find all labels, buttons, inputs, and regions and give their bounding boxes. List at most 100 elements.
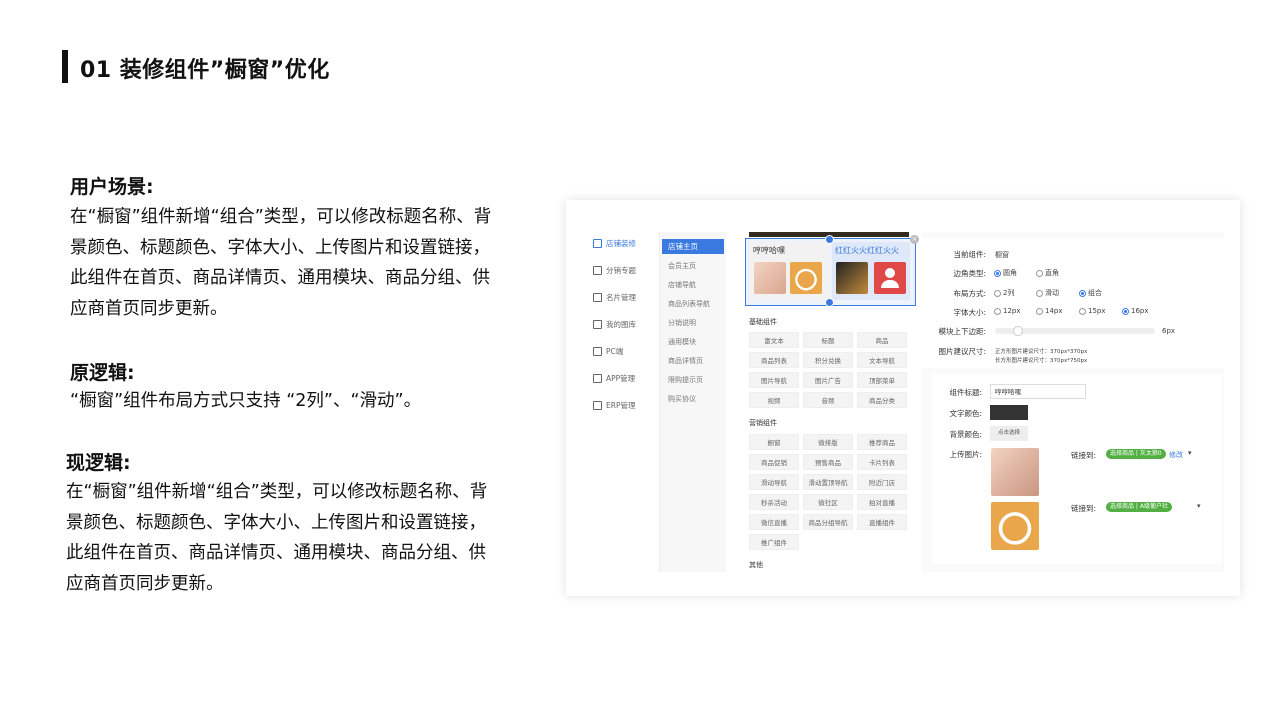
subnav-item[interactable]: 限购提示页 bbox=[668, 375, 703, 385]
component-btn[interactable]: 卡片列表 bbox=[857, 454, 907, 470]
contact-icon bbox=[874, 262, 906, 294]
close-icon[interactable]: × bbox=[910, 235, 919, 244]
scenario-heading: 用户场景: bbox=[70, 176, 154, 198]
link-pill-2[interactable]: 选择商品 | A级葡户社 bbox=[1106, 502, 1172, 512]
font-option-14[interactable]: 14px bbox=[1036, 307, 1063, 315]
font-option-16[interactable]: 16px bbox=[1122, 307, 1149, 315]
component-btn[interactable]: 富文本 bbox=[749, 332, 799, 348]
component-btn[interactable]: 文本导航 bbox=[857, 352, 907, 368]
subnav-item[interactable]: 会员主页 bbox=[668, 261, 696, 271]
nav-item-cards[interactable]: 名片管理 bbox=[593, 290, 636, 304]
component-btn[interactable]: 拍对直播 bbox=[857, 494, 907, 510]
component-btn[interactable]: 橱窗 bbox=[749, 434, 799, 450]
component-btn[interactable]: 标题 bbox=[803, 332, 853, 348]
nav-item-erp[interactable]: ERP管理 bbox=[593, 398, 635, 412]
page-title: 01 装修组件”橱窗”优化 bbox=[80, 58, 330, 83]
image-size-label: 图片建议尺寸: bbox=[938, 347, 986, 356]
radio-icon bbox=[994, 289, 1001, 297]
subnav-item[interactable]: 分销说明 bbox=[668, 318, 696, 328]
card-icon bbox=[593, 292, 602, 302]
current-component-value: 橱窗 bbox=[995, 251, 1009, 259]
nav-item-shop-decor[interactable]: 店铺装修 bbox=[593, 236, 636, 250]
showcase-preview[interactable]: 哼哼哈嘿 红红火火红红火火 bbox=[745, 238, 916, 306]
preview-card-1: 哼哼哈嘿 bbox=[750, 242, 828, 300]
component-btn[interactable]: 滑动导航 bbox=[749, 474, 799, 490]
resize-handle-top[interactable] bbox=[825, 235, 834, 244]
corner-option-round[interactable]: 圆角 bbox=[994, 268, 1017, 278]
group-title-other: 其他 bbox=[749, 561, 763, 569]
subnav-item[interactable]: 通用模块 bbox=[668, 337, 696, 347]
subnav-item-home[interactable]: 店铺主页 bbox=[662, 239, 724, 254]
subnav-item[interactable]: 商品详情页 bbox=[668, 356, 703, 366]
settings-pane: 当前组件: 橱窗 边角类型: 圆角 直角 布局方式: 2列 滑动 组合 字体大小… bbox=[922, 232, 1224, 572]
radio-icon bbox=[1079, 289, 1086, 297]
uploaded-image-2[interactable] bbox=[991, 502, 1039, 550]
shop-icon bbox=[593, 238, 602, 248]
component-btn[interactable]: 推荐商品 bbox=[857, 434, 907, 450]
margin-slider[interactable] bbox=[995, 326, 1155, 336]
share-icon bbox=[593, 265, 602, 275]
component-btn[interactable]: 积分兑换 bbox=[803, 352, 853, 368]
chevron-down-icon[interactable]: ▾ bbox=[1188, 449, 1192, 457]
component-btn[interactable]: 商品列表 bbox=[749, 352, 799, 368]
component-btn[interactable]: 商品分组导航 bbox=[803, 514, 853, 530]
nav-item-distribution[interactable]: 分销专题 bbox=[593, 263, 636, 277]
scenario-text: 在“橱窗”组件新增“组合”类型，可以修改标题名称、背景颜色、标题颜色、字体大小、… bbox=[70, 207, 492, 319]
group-title-marketing: 营销组件 bbox=[749, 419, 777, 427]
settings-top: 当前组件: 橱窗 边角类型: 圆角 直角 布局方式: 2列 滑动 组合 字体大小… bbox=[922, 238, 1224, 368]
image-size-hint-rect: 长方形图片建议尺寸：370px*750px bbox=[995, 358, 1088, 364]
component-btn[interactable]: 商品 bbox=[857, 332, 907, 348]
nav-item-gallery[interactable]: 我的图库 bbox=[593, 317, 636, 331]
component-btn[interactable]: 图片广告 bbox=[803, 372, 853, 388]
resize-handle-bottom[interactable] bbox=[825, 298, 834, 307]
nav-item-app[interactable]: APP管理 bbox=[593, 371, 635, 385]
tiger-photo bbox=[790, 262, 822, 294]
subnav-item[interactable]: 店铺导航 bbox=[668, 280, 696, 290]
erp-icon bbox=[593, 400, 602, 410]
uploaded-image-1[interactable] bbox=[991, 448, 1039, 496]
component-title-input[interactable]: 哼哼哈嘿 bbox=[990, 384, 1086, 399]
layout-option-2col[interactable]: 2列 bbox=[994, 288, 1014, 298]
component-btn[interactable]: 商品促销 bbox=[749, 454, 799, 470]
component-btn[interactable]: 顶部菜单 bbox=[857, 372, 907, 388]
bg-color-label: 背景颜色: bbox=[949, 430, 982, 439]
subnav-item[interactable]: 商品列表导航 bbox=[668, 299, 710, 309]
component-settings: 组件标题: 哼哼哈嘿 文字颜色: 背景颜色: 点击选择 上传图片: 链接到: 选… bbox=[932, 374, 1222, 564]
component-btn[interactable]: 滑动置顶导航 bbox=[803, 474, 853, 490]
component-btn[interactable]: 音频 bbox=[803, 392, 853, 408]
radio-icon bbox=[1122, 307, 1129, 315]
component-btn[interactable]: 直播组件 bbox=[857, 514, 907, 530]
component-btn[interactable]: 秒杀活动 bbox=[749, 494, 799, 510]
component-btn[interactable]: 预售商品 bbox=[803, 454, 853, 470]
bg-color-picker[interactable]: 点击选择 bbox=[990, 426, 1028, 441]
component-btn[interactable]: 推广组件 bbox=[749, 534, 799, 550]
component-btn[interactable]: 视频 bbox=[749, 392, 799, 408]
margin-value: 6px bbox=[1162, 327, 1176, 335]
component-btn[interactable]: 微排版 bbox=[803, 434, 853, 450]
old-logic-heading: 原逻辑: bbox=[70, 362, 135, 384]
link-edit-1[interactable]: 修改 bbox=[1169, 450, 1183, 460]
font-option-15[interactable]: 15px bbox=[1079, 307, 1106, 315]
phone-icon bbox=[593, 373, 602, 383]
component-btn[interactable]: 图片导航 bbox=[749, 372, 799, 388]
layout-option-combo[interactable]: 组合 bbox=[1079, 288, 1102, 298]
font-size-label: 字体大小: bbox=[953, 308, 986, 317]
image-icon bbox=[593, 319, 602, 329]
component-btn[interactable]: 微信直播 bbox=[749, 514, 799, 530]
font-option-12[interactable]: 12px bbox=[994, 307, 1021, 315]
nav-item-pc[interactable]: PC端 bbox=[593, 344, 623, 358]
radio-icon bbox=[1079, 307, 1086, 315]
component-btn[interactable]: 商品分类 bbox=[857, 392, 907, 408]
subnav-item[interactable]: 购买协议 bbox=[668, 394, 696, 404]
layout-label: 布局方式: bbox=[953, 289, 986, 298]
title-accent-bar bbox=[62, 50, 68, 83]
new-logic-heading: 现逻辑: bbox=[66, 452, 131, 474]
layout-option-slide[interactable]: 滑动 bbox=[1036, 288, 1059, 298]
text-color-swatch[interactable] bbox=[990, 405, 1028, 420]
corner-option-square[interactable]: 直角 bbox=[1036, 268, 1059, 278]
link-pill-1[interactable]: 选择商品 | 灰太狼0 bbox=[1106, 449, 1166, 459]
slider-thumb[interactable] bbox=[1012, 326, 1023, 336]
component-btn[interactable]: 附近门店 bbox=[857, 474, 907, 490]
component-btn[interactable]: 微社区 bbox=[803, 494, 853, 510]
chevron-down-icon[interactable]: ▾ bbox=[1197, 502, 1201, 510]
